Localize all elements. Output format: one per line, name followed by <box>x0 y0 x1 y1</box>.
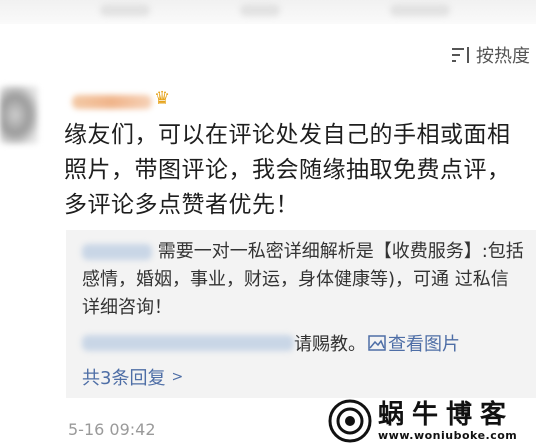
replies-box: 需要一对一私密详细解析是【收费服务】:包括感情，婚姻，事业，财运，身体健康等)，… <box>66 230 536 398</box>
reply-item: 请赐教。 查看图片 <box>82 330 460 356</box>
sort-label: 按热度 <box>476 46 530 67</box>
crown-badge-icon: ♛ <box>154 88 171 109</box>
view-image-label: 查看图片 <box>388 334 460 355</box>
watermark-url: www.woniuboke.com <box>378 428 518 442</box>
avatar[interactable] <box>0 86 38 144</box>
more-replies-label: 共3条回复 <box>82 368 166 389</box>
snail-logo-icon <box>328 399 372 443</box>
timestamp: 5-16 09:42 <box>68 420 156 439</box>
top-blurred-strip <box>0 0 536 24</box>
view-image-link[interactable]: 查看图片 <box>368 330 460 356</box>
sort-by-popularity-button[interactable]: 按热度 <box>450 42 530 68</box>
comment-text: 缘友们，可以在评论处发自己的手相或面相照片，带图评论，我会随缘抽取免费点评，多评… <box>64 122 511 218</box>
chevron-right-icon: > <box>171 369 184 385</box>
reply-text: 请赐教。 <box>294 334 366 355</box>
more-replies-link[interactable]: 共3条回复 > <box>82 364 183 390</box>
reply-item: 需要一对一私密详细解析是【收费服务】:包括感情，婚姻，事业，财运，身体健康等)，… <box>82 238 526 322</box>
image-icon <box>368 335 386 351</box>
reply-author-blurred[interactable] <box>82 244 152 260</box>
watermark-brand: 蜗牛博客 <box>378 399 515 430</box>
sort-icon <box>452 47 469 63</box>
username-blurred[interactable] <box>72 95 152 109</box>
watermark: 蜗牛博客 www.woniuboke.com <box>328 398 532 444</box>
reply-author-blurred[interactable] <box>82 335 294 351</box>
